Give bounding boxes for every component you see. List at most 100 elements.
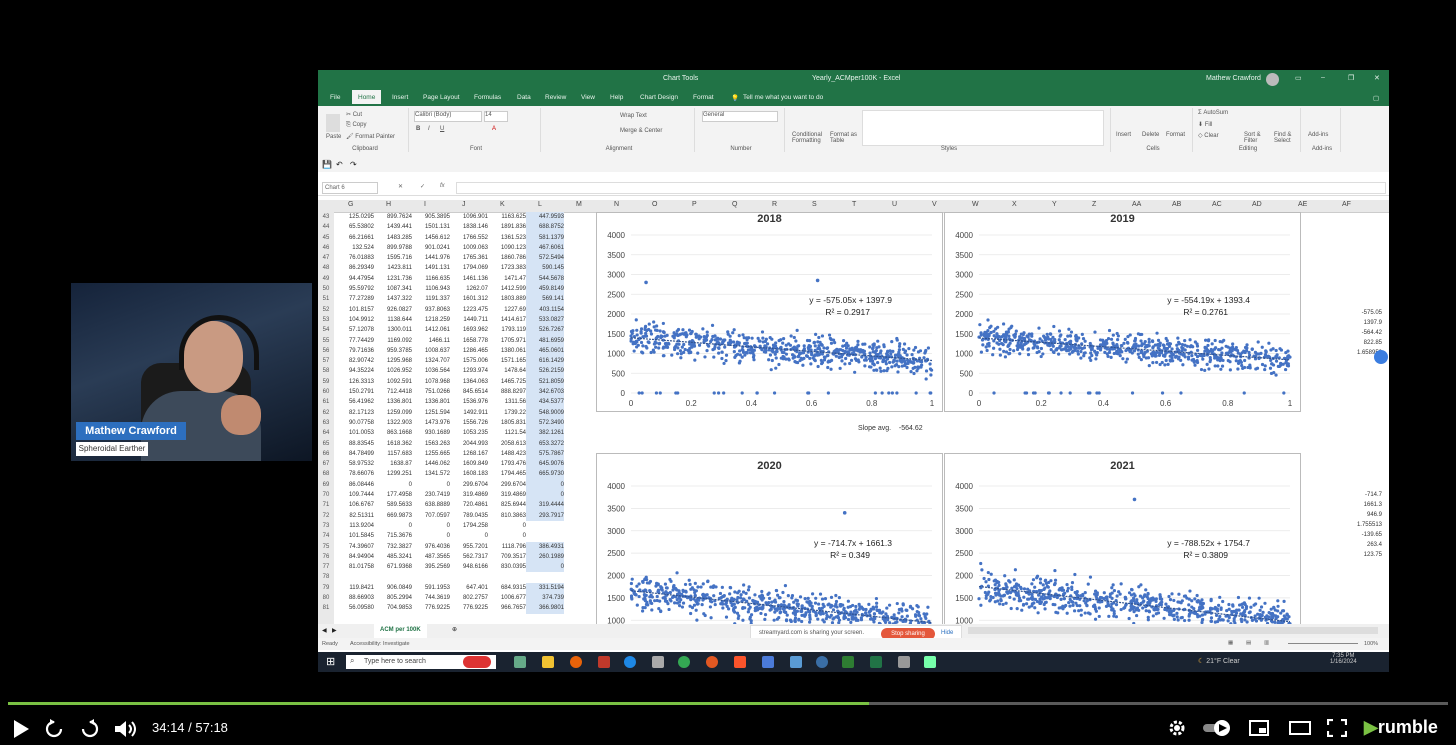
cell[interactable]: 669.9873: [374, 511, 412, 521]
cell[interactable]: 575.7867: [526, 448, 564, 460]
number-format-select[interactable]: General: [702, 111, 778, 122]
cell[interactable]: 1364.063: [450, 377, 488, 387]
conditional-formatting-button[interactable]: Conditional Formatting: [792, 132, 828, 144]
zoom-slider[interactable]: [1288, 643, 1358, 644]
format-cells-button[interactable]: Format: [1166, 132, 1185, 138]
file-explorer-icon[interactable]: [542, 656, 554, 668]
cell[interactable]: 0: [412, 521, 450, 531]
cell[interactable]: 712.4418: [374, 387, 412, 397]
tell-me-box[interactable]: Tell me what you want to do: [743, 94, 823, 101]
cell[interactable]: 1461.136: [450, 274, 488, 284]
cell[interactable]: 1658.778: [450, 336, 488, 346]
cell-value[interactable]: 946.9: [1342, 510, 1382, 520]
cell[interactable]: 1571.165: [488, 356, 526, 366]
column-header[interactable]: H: [386, 201, 391, 208]
cell[interactable]: 331.5194: [526, 582, 564, 593]
cell[interactable]: 562.7317: [450, 552, 488, 562]
autoplay-toggle[interactable]: [1202, 719, 1234, 737]
row-header[interactable]: 53: [318, 315, 334, 325]
cell[interactable]: 684.9315: [488, 583, 526, 593]
cell[interactable]: 905.3895: [412, 212, 450, 222]
cell[interactable]: 104.9912: [336, 315, 374, 325]
cell-value[interactable]: -564.42: [1342, 328, 1382, 338]
cell[interactable]: 487.3565: [412, 552, 450, 562]
column-header[interactable]: P: [692, 201, 697, 208]
cell[interactable]: 526.2159: [526, 366, 564, 377]
cell[interactable]: 76.01883: [336, 253, 374, 263]
column-header[interactable]: X: [1012, 201, 1017, 208]
row-header[interactable]: 77: [318, 562, 334, 572]
cell[interactable]: 1423.811: [374, 263, 412, 273]
row-header[interactable]: 64: [318, 428, 334, 438]
cell[interactable]: 386.4931: [526, 541, 564, 552]
column-header[interactable]: Y: [1052, 201, 1057, 208]
row-header[interactable]: 55: [318, 336, 334, 346]
cell[interactable]: 299.6704: [488, 480, 526, 490]
forward-icon[interactable]: [80, 719, 100, 739]
cell[interactable]: 581.1379: [526, 232, 564, 243]
cell-grid[interactable]: 125.0295 899.7624 905.3895 1096.901 1163.625…: [336, 212, 576, 624]
cell[interactable]: 77.27289: [336, 294, 374, 304]
cell[interactable]: 1311.56: [488, 397, 526, 407]
cell[interactable]: 434.5377: [526, 397, 564, 408]
column-header[interactable]: AB: [1172, 201, 1181, 208]
cell[interactable]: 1860.786: [488, 253, 526, 263]
cell[interactable]: 1805.831: [488, 418, 526, 428]
tab-format[interactable]: Format: [693, 94, 714, 101]
column-header[interactable]: R: [772, 201, 777, 208]
cell[interactable]: 1380.061: [488, 346, 526, 356]
row-header[interactable]: 63: [318, 418, 334, 428]
cell[interactable]: 1121.54: [488, 428, 526, 438]
chart-2019[interactable]: 2019 0 500 1000 1500 2000 2500 3000 3500 4000 0 0.2…: [944, 212, 1301, 412]
row-header[interactable]: 78: [318, 572, 334, 582]
cell[interactable]: 132.524: [336, 243, 374, 253]
cell[interactable]: 1618.362: [374, 439, 412, 449]
row-header[interactable]: 79: [318, 583, 334, 593]
cell[interactable]: 1478.64: [488, 366, 526, 376]
cell[interactable]: 548.9009: [526, 407, 564, 418]
cell[interactable]: 1891.836: [488, 222, 526, 232]
cell[interactable]: 1446.062: [412, 459, 450, 469]
restore-icon[interactable]: ❐: [1348, 74, 1354, 82]
cell[interactable]: 95.59792: [336, 284, 374, 294]
app-icon[interactable]: [598, 656, 610, 668]
app-icon-2[interactable]: [762, 656, 774, 668]
formula-input[interactable]: [456, 182, 1386, 194]
row-header[interactable]: 73: [318, 521, 334, 531]
cell[interactable]: 1262.07: [450, 284, 488, 294]
row-header[interactable]: 66: [318, 449, 334, 459]
cell[interactable]: 709.3517: [488, 552, 526, 562]
cell[interactable]: 109.7444: [336, 490, 374, 500]
windows-start-icon[interactable]: ⊞: [326, 655, 335, 668]
cell[interactable]: 1536.976: [450, 397, 488, 407]
cell[interactable]: 119.8421: [336, 583, 374, 593]
theater-mode-icon[interactable]: [1289, 719, 1311, 737]
task-view-icon[interactable]: [514, 656, 526, 668]
row-header[interactable]: 58: [318, 366, 334, 376]
firefox-icon[interactable]: [570, 656, 582, 668]
cell[interactable]: 1449.711: [450, 315, 488, 325]
row-header[interactable]: 81: [318, 603, 334, 613]
cell[interactable]: 0: [450, 531, 488, 541]
cell[interactable]: 382.1261: [526, 428, 564, 439]
undo-icon[interactable]: ↶: [336, 160, 343, 169]
tab-home[interactable]: Home: [352, 90, 382, 104]
cell[interactable]: 899.9788: [374, 243, 412, 253]
cell[interactable]: 544.5678: [526, 273, 564, 285]
row-header[interactable]: 65: [318, 439, 334, 449]
chart-2020[interactable]: 2020 1000 1500 2000 2500 3000 3500 4000 y = -714…: [596, 453, 943, 626]
cell[interactable]: 1336.801: [374, 397, 412, 407]
cell[interactable]: 1838.146: [450, 222, 488, 232]
cell[interactable]: 665.9730: [526, 469, 564, 480]
cell[interactable]: 1441.976: [412, 253, 450, 263]
cell[interactable]: 1341.572: [412, 469, 450, 479]
chrome-icon[interactable]: [678, 656, 690, 668]
fullscreen-icon[interactable]: [1327, 719, 1347, 737]
cell[interactable]: 1465.725: [488, 377, 526, 387]
cell[interactable]: 830.0395: [488, 562, 526, 572]
hide-button[interactable]: Hide: [941, 630, 953, 636]
cell[interactable]: 57.12078: [336, 325, 374, 335]
cell[interactable]: 1412.061: [412, 325, 450, 335]
insert-cells-button[interactable]: Insert: [1116, 132, 1131, 138]
cell[interactable]: 1793.119: [488, 325, 526, 335]
